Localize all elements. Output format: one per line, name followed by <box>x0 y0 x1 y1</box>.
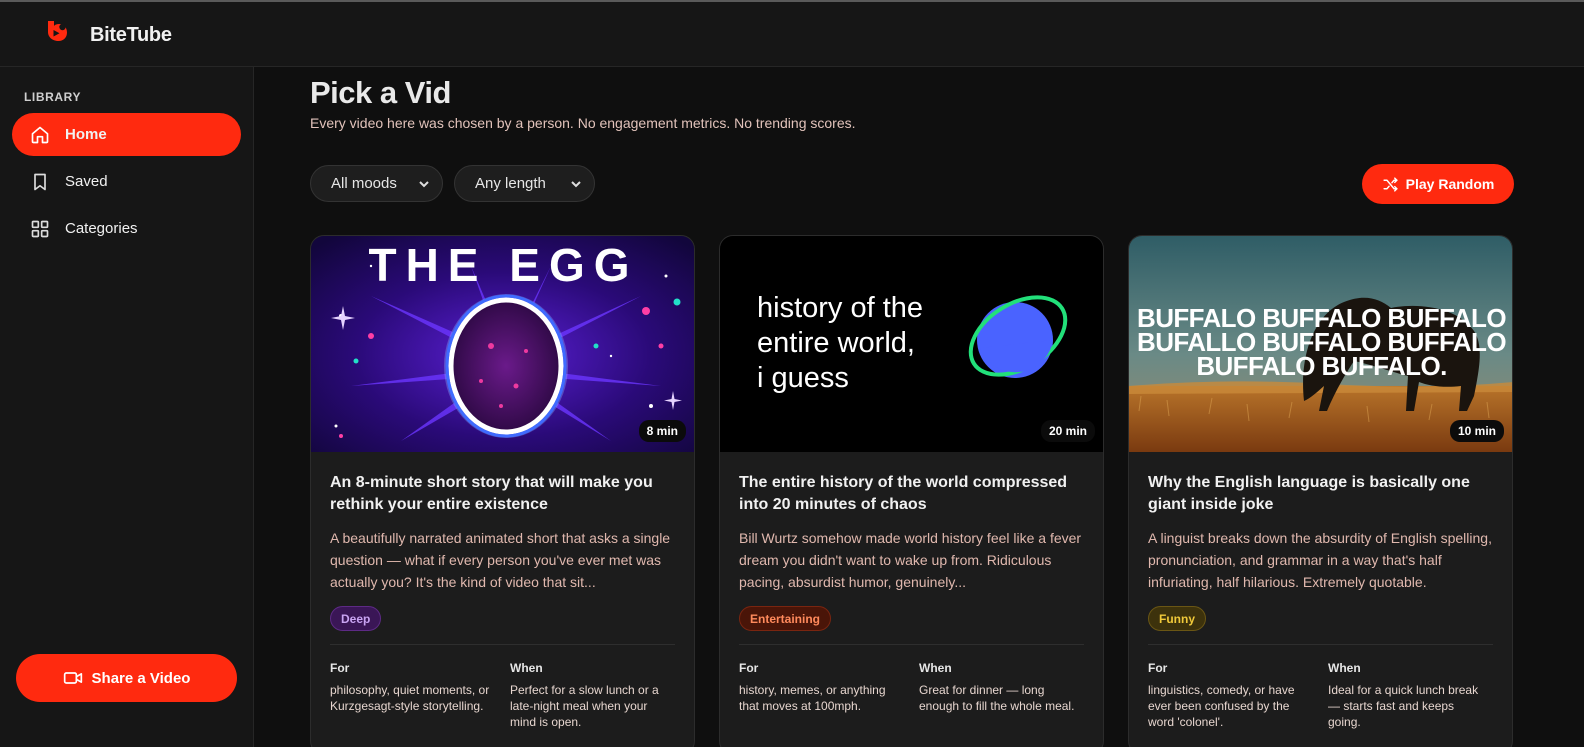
when-label: When <box>919 661 952 675</box>
play-random-label: Play Random <box>1405 176 1495 192</box>
mood-tag: Deep <box>330 606 382 631</box>
video-thumbnail[interactable]: history of the entire world, i guess 20 … <box>720 236 1103 452</box>
thumbnail-line: entire world, <box>757 327 915 359</box>
page-title: Pick a Vid <box>310 75 451 110</box>
sidebar-item-home[interactable]: Home <box>12 113 241 156</box>
duration-badge: 8 min <box>638 420 686 442</box>
for-value: linguistics, comedy, or have ever been c… <box>1148 683 1295 729</box>
video-title[interactable]: The entire history of the world compress… <box>739 472 1084 516</box>
when-label: When <box>510 661 543 675</box>
thumbnail-text: BUFFALO BUFFALO BUFFALO BUFALLO BUFFALO … <box>1129 305 1512 381</box>
chevron-down-icon <box>571 181 581 188</box>
for-value: history, memes, or anything that moves a… <box>739 683 886 713</box>
bookmark-icon <box>34 173 46 190</box>
duration-badge: 10 min <box>1449 420 1504 442</box>
top-bar: BiteTube <box>0 2 1584 67</box>
video-description: Bill Wurtz somehow made world history fe… <box>739 530 1082 590</box>
play-random-button[interactable]: Play Random <box>1362 164 1514 204</box>
main-content: Pick a Vid Every video here was chosen b… <box>254 67 1584 747</box>
planet-icon <box>968 295 1068 378</box>
video-card[interactable]: history of the entire world, i guess 20 … <box>719 235 1104 747</box>
for-label: For <box>330 661 350 675</box>
divider <box>330 644 675 645</box>
video-description: A linguist breaks down the absurdity of … <box>1148 530 1492 590</box>
bitetube-logo-icon[interactable] <box>44 18 70 44</box>
library-section-label: LIBRARY <box>24 90 82 104</box>
home-icon <box>31 126 49 143</box>
video-camera-icon <box>63 672 82 684</box>
shuffle-icon <box>1383 176 1398 192</box>
thumbnail-title-text: THE EGG <box>368 239 639 291</box>
length-filter-select[interactable]: Any length <box>454 165 595 202</box>
when-value: Ideal for a quick lunch break — starts f… <box>1328 683 1479 729</box>
duration-badge: 20 min <box>1040 420 1095 442</box>
video-card[interactable]: BUFFALO BUFFALO BUFFALO BUFALLO BUFFALO … <box>1128 235 1513 747</box>
when-value: Great for dinner — long enough to fill t… <box>919 683 1075 713</box>
chevron-down-icon <box>419 181 429 188</box>
for-label: For <box>739 661 759 675</box>
for-label: For <box>1148 661 1168 675</box>
video-title[interactable]: An 8-minute short story that will make y… <box>330 472 675 516</box>
app-name[interactable]: BiteTube <box>90 24 172 47</box>
sidebar-item-label: Home <box>65 126 107 143</box>
sidebar: LIBRARY Home Saved Categories Share a Vi… <box>0 67 254 747</box>
for-value: philosophy, quiet moments, or Kurzgesagt… <box>330 683 490 713</box>
mood-tag: Entertaining <box>739 606 832 631</box>
length-filter-value: Any length <box>475 175 546 192</box>
sidebar-item-saved[interactable]: Saved <box>12 160 241 203</box>
mood-filter-select[interactable]: All moods <box>310 165 443 202</box>
video-thumbnail[interactable]: THE EGG 8 min <box>311 236 694 452</box>
sidebar-item-label: Saved <box>65 173 108 190</box>
share-video-label: Share a Video <box>91 669 191 687</box>
share-video-button[interactable]: Share a Video <box>16 654 237 702</box>
page-subtitle: Every video here was chosen by a person.… <box>310 115 856 131</box>
divider <box>1148 644 1493 645</box>
thumbnail-line: BUFFALO BUFFALO. <box>1196 351 1447 381</box>
when-value: Perfect for a slow lunch or a late-night… <box>510 683 659 729</box>
thumbnail-line: i guess <box>757 362 849 394</box>
when-label: When <box>1328 661 1361 675</box>
thumbnail-text: history of the entire world, i guess <box>757 291 923 396</box>
video-title[interactable]: Why the English language is basically on… <box>1148 472 1493 516</box>
grid-icon <box>31 220 49 237</box>
thumbnail-line: history of the <box>757 292 924 324</box>
mood-filter-value: All moods <box>331 175 397 192</box>
video-card[interactable]: THE EGG 8 min An 8-minute short story th… <box>310 235 695 747</box>
video-description: A beautifully narrated animated short th… <box>330 530 671 590</box>
divider <box>739 644 1084 645</box>
video-thumbnail[interactable]: BUFFALO BUFFALO BUFFALO BUFALLO BUFFALO … <box>1129 236 1512 452</box>
sidebar-item-label: Categories <box>65 220 138 237</box>
sidebar-item-categories[interactable]: Categories <box>12 207 241 250</box>
mood-tag: Funny <box>1148 606 1206 631</box>
